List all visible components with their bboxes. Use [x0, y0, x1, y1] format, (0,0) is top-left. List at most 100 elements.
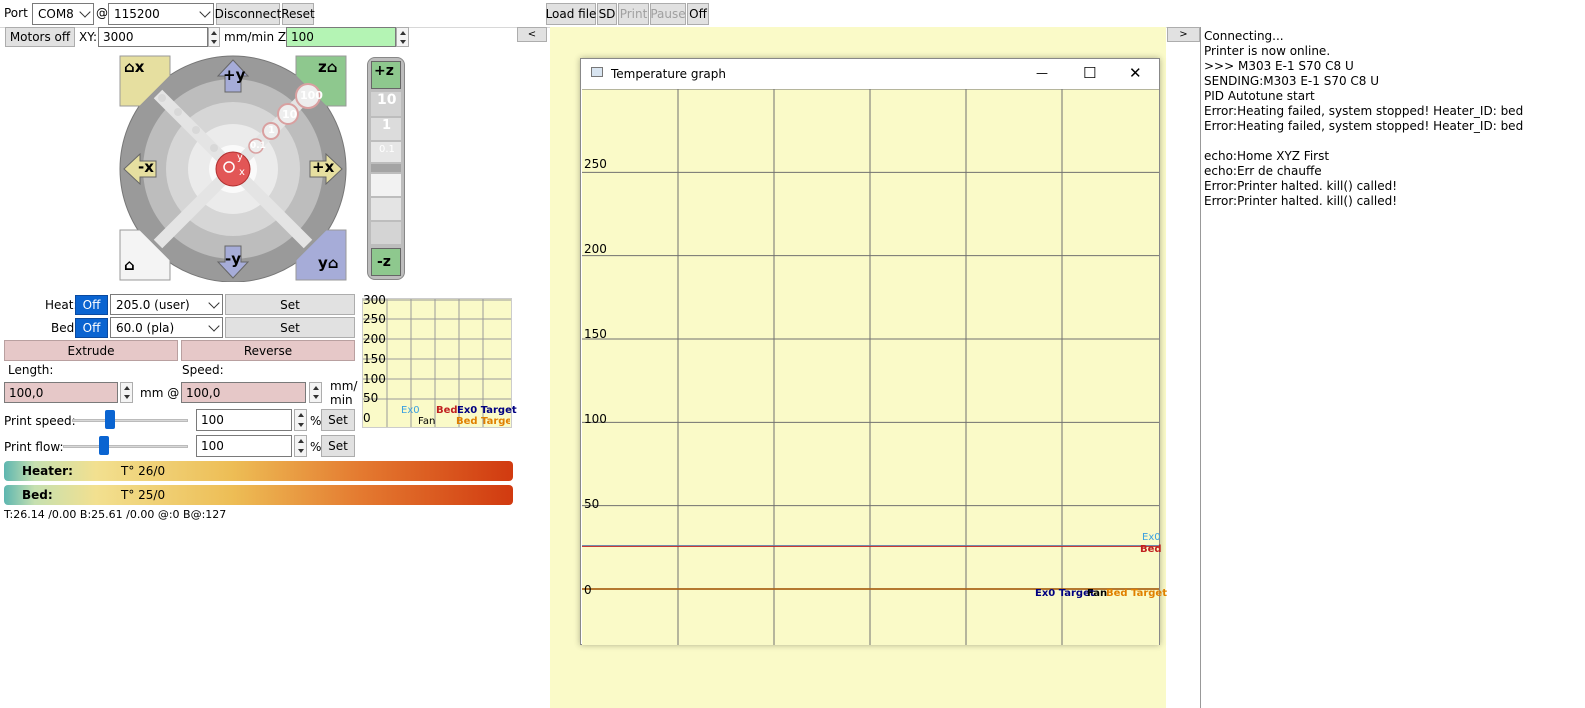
z-jog-control[interactable] — [367, 57, 405, 280]
length-input[interactable]: 100,0 — [4, 382, 118, 403]
graph-ytick: 150 — [584, 327, 607, 341]
chevron-down-icon — [208, 319, 220, 332]
port-select[interactable]: COM8 — [32, 3, 94, 25]
bed-temp-select[interactable]: 60.0 (pla) — [110, 317, 223, 338]
mini-ytick: 0 — [363, 411, 371, 425]
bed-temp-bar: Bed: T° 25/0 — [4, 485, 513, 505]
window-title: Temperature graph — [611, 67, 726, 81]
speed-unit-line1: mm/ — [330, 379, 358, 393]
speed-unit-line2: min — [330, 393, 353, 407]
maximize-icon[interactable]: ☐ — [1083, 64, 1096, 82]
console-line: SENDING:M303 E-1 S70 C8 U — [1204, 74, 1380, 88]
temperature-graph-svg — [582, 89, 1159, 645]
heat-temp-select[interactable]: 205.0 (user) — [110, 294, 223, 315]
home-icon: ⌂ — [124, 58, 135, 76]
port-label: Port — [4, 6, 28, 20]
off-button[interactable]: Off — [687, 3, 709, 25]
collapse-right-button[interactable]: > — [1167, 27, 1200, 42]
speed-spinner[interactable] — [309, 382, 322, 403]
print-flow-track — [63, 445, 188, 448]
disconnect-button[interactable]: Disconnect — [215, 3, 281, 25]
print-flow-spinner[interactable] — [294, 435, 307, 457]
mini-ytick: 250 — [363, 312, 386, 326]
mini-ytick: 200 — [363, 332, 386, 346]
console-line: Error:Heating failed, system stopped! He… — [1204, 104, 1524, 118]
print-flow-input[interactable]: 100 — [196, 435, 292, 457]
step-100[interactable]: 100 — [300, 89, 323, 102]
chevron-down-icon — [208, 296, 220, 309]
home-z-label: z⌂ — [318, 58, 338, 76]
legend-bed: Bed — [1140, 544, 1162, 555]
z-10-label: 10 — [377, 92, 397, 108]
print-speed-input[interactable]: 100 — [196, 409, 292, 431]
reset-button[interactable]: Reset — [281, 3, 315, 25]
print-speed-slider[interactable] — [105, 410, 116, 429]
xy-feedrate-input[interactable]: 3000 — [98, 27, 208, 47]
xy-label: XY: — [79, 30, 97, 44]
extrude-button[interactable]: Extrude — [4, 340, 178, 361]
minus-x-label: -x — [138, 158, 154, 176]
console-log[interactable]: Connecting... Printer is now online. >>> M… — [1200, 27, 1585, 708]
chevron-down-icon — [199, 6, 211, 18]
z-spinner[interactable] — [396, 27, 409, 47]
print-speed-pct: % — [310, 414, 322, 428]
step-1[interactable]: 1 — [268, 125, 275, 136]
xy-spinner[interactable] — [208, 27, 220, 47]
speed-input[interactable]: 100,0 — [181, 382, 306, 403]
z-0-1-label: 0.1 — [379, 144, 395, 155]
console-line: Connecting... — [1204, 29, 1284, 43]
console-line: echo:Home XYZ First — [1204, 149, 1330, 163]
baud-select[interactable]: 115200 — [108, 3, 214, 25]
mini-ytick: 100 — [363, 372, 386, 386]
bed-bar-label: Bed: — [22, 488, 53, 502]
bed-bar-value: T° 25/0 — [121, 488, 166, 502]
bed-set-button[interactable]: Set — [225, 317, 355, 338]
console-line: echo:Err de chauffe — [1204, 164, 1322, 178]
z-feedrate-input[interactable]: 100 — [286, 27, 396, 47]
legend-ex0-target: Ex0 Target — [1035, 588, 1095, 599]
bed-off-button[interactable]: Off — [75, 318, 108, 338]
mini-ytick: 300 — [363, 293, 386, 307]
graph-ytick: 50 — [584, 497, 600, 511]
print-flow-pct: % — [310, 440, 322, 454]
heat-off-button[interactable]: Off — [75, 295, 108, 315]
graph-ytick: 250 — [584, 157, 607, 171]
home-icon: ⌂ — [326, 58, 338, 76]
print-flow-label: Print flow: — [4, 440, 64, 454]
pause-button[interactable]: Pause — [650, 3, 686, 25]
window-app-icon — [591, 67, 603, 77]
graph-ytick: 0 — [584, 583, 592, 597]
window-titlebar[interactable]: Temperature graph — ☐ ✕ — [581, 59, 1159, 89]
step-0-1[interactable]: 0.1 — [250, 141, 266, 151]
print-speed-label: Print speed: — [4, 414, 76, 428]
speed-label: Speed: — [182, 363, 224, 377]
reverse-button[interactable]: Reverse — [181, 340, 355, 361]
minus-y-label: -y — [225, 250, 242, 268]
center-y-label: y — [237, 152, 243, 163]
minimize-icon[interactable]: — — [1036, 66, 1048, 80]
sd-button[interactable]: SD — [597, 3, 617, 25]
xy-unit-label: mm/min Z: — [224, 30, 291, 44]
console-line: Error:Heating failed, system stopped! He… — [1204, 119, 1524, 133]
mini-legend-ex0: Ex0 — [401, 405, 420, 416]
length-spinner[interactable] — [120, 382, 133, 403]
print-speed-spinner[interactable] — [294, 409, 307, 431]
print-speed-set-button[interactable]: Set — [321, 409, 355, 431]
heater-bar-value: T° 26/0 — [121, 464, 166, 478]
motors-off-button[interactable]: Motors off — [5, 27, 75, 47]
print-button[interactable]: Print — [618, 3, 649, 25]
collapse-left-button[interactable]: < — [517, 27, 547, 42]
bed-temp-value: 60.0 (pla) — [116, 320, 175, 335]
heat-set-button[interactable]: Set — [225, 294, 355, 315]
z-1-label: 1 — [382, 118, 392, 133]
print-flow-slider[interactable] — [99, 436, 110, 455]
legend-bed-target: Bed Target — [1106, 588, 1167, 599]
mini-legend-fan: Fan — [418, 416, 436, 427]
graph-plot-area: 250 200 150 100 50 0 Ex0 Bed Ex0 Target … — [582, 89, 1167, 645]
heater-temp-bar: Heater: T° 26/0 — [4, 461, 513, 481]
center-x-label: x — [239, 167, 245, 178]
load-file-button[interactable]: Load file — [546, 3, 596, 25]
step-10[interactable]: 10 — [282, 108, 297, 121]
close-icon[interactable]: ✕ — [1129, 64, 1142, 82]
print-flow-set-button[interactable]: Set — [321, 435, 355, 457]
